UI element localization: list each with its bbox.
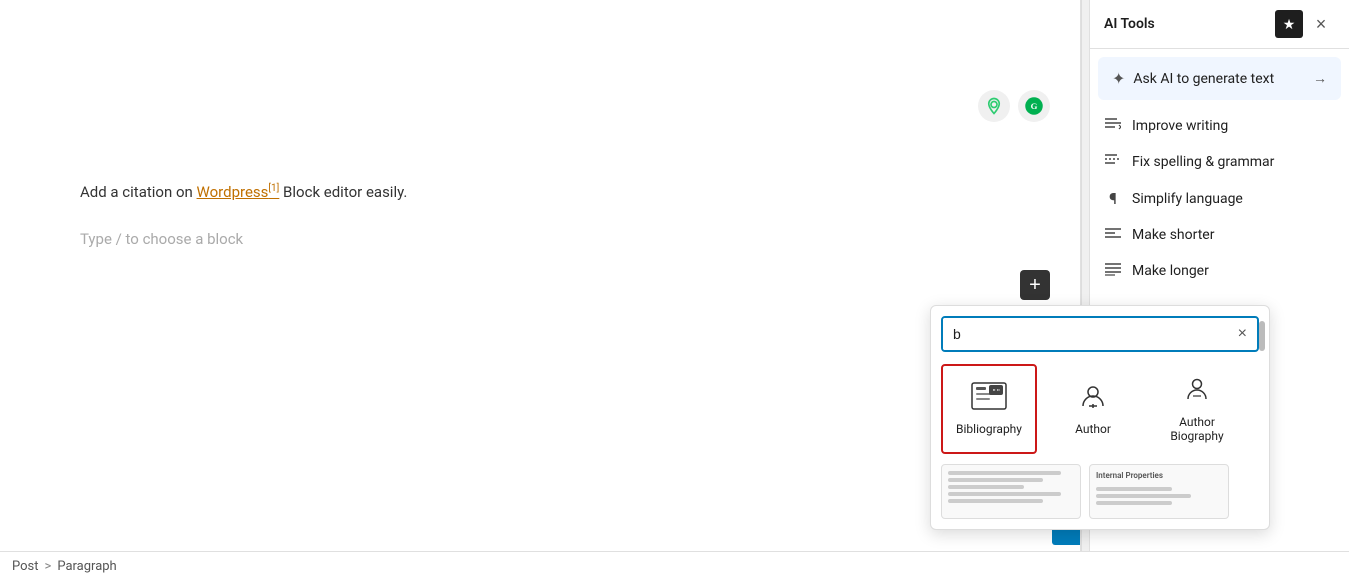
ai-menu-item-longer[interactable]: Make longer — [1090, 253, 1349, 289]
bottom-bar: Post > Paragraph — [0, 551, 1349, 581]
breadcrumb-current: Paragraph — [57, 559, 116, 574]
preview-line — [948, 499, 1043, 503]
preview-line — [948, 492, 1061, 496]
svg-text:"": "" — [992, 388, 1000, 396]
grammarly-icon[interactable]: G — [1018, 90, 1050, 122]
ai-panel-title: AI Tools — [1104, 16, 1155, 32]
editor-paragraph: Add a citation on Wordpress[1] Block edi… — [80, 180, 1000, 206]
preview-line — [1096, 487, 1172, 491]
bibliography-label: Bibliography — [956, 422, 1022, 436]
ai-menu-item-improve[interactable]: Improve writing — [1090, 108, 1349, 144]
ai-close-button[interactable]: × — [1307, 10, 1335, 38]
block-item-author[interactable]: Author — [1045, 364, 1141, 454]
author-label: Author — [1075, 422, 1111, 436]
make-longer-label: Make longer — [1132, 263, 1209, 279]
svg-text:G: G — [1031, 101, 1038, 111]
author-biography-icon — [1183, 375, 1211, 409]
ai-menu-item-spelling[interactable]: Fix spelling & grammar — [1090, 144, 1349, 180]
spelling-grammar-label: Fix spelling & grammar — [1132, 154, 1274, 170]
add-block-button[interactable]: + — [1020, 270, 1050, 300]
arrow-right-icon: → — [1313, 70, 1327, 87]
preview-thumb-1 — [941, 464, 1081, 519]
ai-header-actions: ★ × — [1275, 10, 1335, 38]
preview-line — [948, 471, 1061, 475]
editor-toolbar: G — [978, 90, 1050, 122]
block-item-bibliography[interactable]: "" Bibliography — [941, 364, 1037, 454]
preview-line — [1096, 494, 1191, 498]
improve-writing-label: Improve writing — [1132, 118, 1228, 134]
block-search-input[interactable] — [943, 318, 1228, 350]
ai-panel-header: AI Tools ★ × — [1090, 0, 1349, 49]
preview-line — [948, 478, 1043, 482]
spelling-icon — [1104, 153, 1122, 171]
ai-ask-item[interactable]: ✦ Ask AI to generate text → — [1098, 57, 1341, 100]
breadcrumb-post[interactable]: Post — [12, 559, 39, 574]
improve-writing-icon — [1104, 117, 1122, 135]
map-pin-icon[interactable] — [978, 90, 1010, 122]
breadcrumb-separator: > — [45, 559, 52, 574]
ai-menu-item-shorter[interactable]: Make shorter — [1090, 217, 1349, 253]
ai-menu-list: Improve writing Fix spelling & grammar ¶… — [1090, 108, 1349, 289]
block-search-row: × — [941, 316, 1259, 352]
ai-ask-text: Ask AI to generate text — [1133, 71, 1274, 87]
make-shorter-icon — [1104, 226, 1122, 244]
block-search-clear-button[interactable]: × — [1228, 325, 1257, 343]
block-item-author-biography[interactable]: Author Biography — [1149, 364, 1245, 454]
editor-placeholder: Type / to choose a block — [80, 230, 1000, 248]
make-longer-icon — [1104, 262, 1122, 280]
ai-ask-left: ✦ Ask AI to generate text — [1112, 69, 1274, 88]
ai-menu-item-simplify[interactable]: ¶ Simplify language — [1090, 180, 1349, 217]
sparkle-icon: ✦ — [1112, 69, 1125, 88]
wordpress-link[interactable]: Wordpress[1] — [197, 183, 280, 201]
bibliography-icon: "" — [971, 382, 1007, 416]
block-picker-popup: × "" — [930, 305, 1270, 530]
preview-row: Internal Properties — [941, 464, 1259, 519]
make-shorter-label: Make shorter — [1132, 227, 1214, 243]
preview-thumb-2: Internal Properties — [1089, 464, 1229, 519]
preview-line — [948, 485, 1024, 489]
paragraph-icon: ¶ — [1104, 189, 1122, 208]
author-biography-label: Author Biography — [1158, 415, 1236, 443]
author-icon — [1079, 382, 1107, 416]
preview-line — [1096, 501, 1172, 505]
ai-star-button[interactable]: ★ — [1275, 10, 1303, 38]
block-results-grid: "" Bibliography Auth — [941, 364, 1259, 454]
simplify-language-label: Simplify language — [1132, 191, 1243, 207]
